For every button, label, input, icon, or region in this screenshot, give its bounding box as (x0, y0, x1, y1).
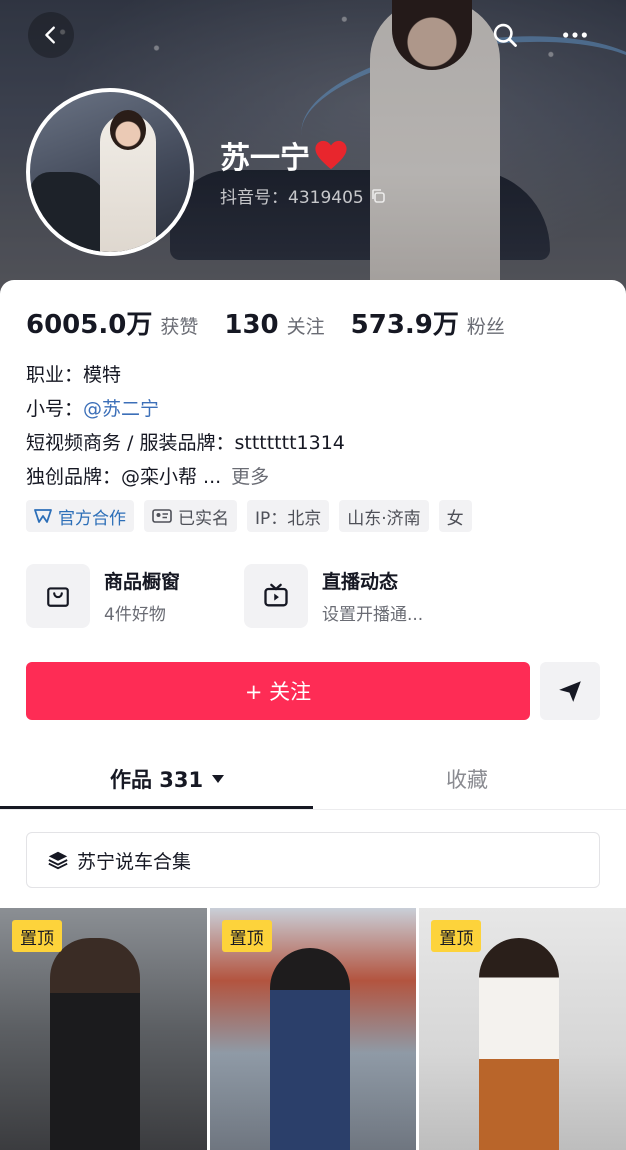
bio-alt-account: 小号：@苏二宁 (26, 392, 345, 426)
stat-followers-label: 粉丝 (466, 316, 505, 338)
avatar[interactable] (26, 88, 194, 256)
service-live[interactable]: 直播动态 设置开播通... (244, 564, 462, 628)
alt-account-link[interactable]: @苏二宁 (83, 398, 159, 420)
service-live-icon-box (244, 564, 308, 628)
stat-followers-value: 573.9万 (350, 310, 459, 340)
heart-icon (315, 140, 347, 170)
pinned-badge: 置顶 (431, 920, 482, 952)
stat-likes-label: 获赞 (160, 316, 199, 338)
tag-verified-label: 已实名 (178, 508, 229, 529)
tab-works-label: 作品 331 (110, 768, 204, 792)
tab-active-indicator (0, 806, 313, 809)
send-message-button[interactable] (540, 662, 600, 720)
tab-collect[interactable]: 收藏 (446, 764, 488, 794)
shopping-bag-icon (47, 587, 69, 607)
chevron-left-icon (45, 26, 55, 44)
caret-down-icon (212, 775, 225, 783)
service-live-sub: 设置开播通... (322, 605, 424, 625)
stat-followers[interactable]: 573.9万 粉丝 (351, 304, 505, 341)
bio-business: 短视频商务 / 服装品牌：sttttttt1314 (26, 432, 345, 454)
service-shop-window-title: 商品橱窗 (104, 571, 181, 593)
follow-button[interactable]: + 关注 (26, 662, 530, 720)
collection-entry[interactable]: 苏宁说车合集 (26, 832, 600, 888)
profile-name-row: 苏一宁 (220, 133, 348, 177)
douyin-id-text: 抖音号：4319405 (220, 188, 364, 208)
video-thumbnail[interactable]: 置顶 (209, 908, 417, 1150)
collection-title: 苏宁说车合集 (77, 850, 192, 873)
stat-following-label: 关注 (286, 316, 325, 338)
tag-ip: IP：北京 (247, 500, 330, 532)
thumbnail-figure (479, 938, 560, 1150)
douyin-id[interactable]: 抖音号：4319405 (220, 183, 386, 208)
tag-row: 官方合作 已实名 IP：北京 山东·济南 女 (26, 500, 472, 532)
thumbnail-figure (269, 948, 350, 1150)
thumbnail-figure (50, 938, 140, 1150)
tag-location-label: 山东·济南 (347, 508, 421, 529)
bio-occupation: 职业：模特 (26, 364, 122, 386)
service-live-title: 直播动态 (322, 571, 399, 593)
services-row: 商品橱窗 4件好物 直播动态 设置开播通... (26, 564, 462, 628)
more-dots-icon (563, 32, 587, 38)
bio-brand-text: 独创品牌：@栾小帮 ... (26, 466, 222, 488)
bio-alt-account-label: 小号： (26, 398, 84, 420)
tag-ip-label: IP：北京 (255, 508, 322, 529)
tag-official-label: 官方合作 (58, 508, 126, 529)
service-shop-window[interactable]: 商品橱窗 4件好物 (26, 564, 244, 628)
service-shop-window-sub: 4件好物 (104, 605, 166, 625)
stats-row: 6005.0万 获赞 130 关注 573.9万 粉丝 (26, 304, 531, 341)
copy-icon (371, 188, 385, 203)
send-icon (559, 681, 581, 702)
stat-likes[interactable]: 6005.0万 获赞 (26, 304, 198, 341)
back-button[interactable] (28, 12, 74, 58)
more-button[interactable] (552, 12, 598, 58)
bio: 职业：模特 小号：@苏二宁 短视频商务 / 服装品牌：sttttttt1314 … (26, 358, 345, 494)
video-thumbnail[interactable]: 置顶 (0, 908, 207, 1150)
content-tabs: 作品 331 收藏 (0, 750, 626, 810)
tag-gender: 女 (438, 500, 472, 532)
video-thumbnail[interactable]: 置顶 (419, 908, 626, 1150)
search-button[interactable] (482, 12, 528, 58)
bio-more-button[interactable]: 更多 (231, 466, 269, 488)
pinned-badge: 置顶 (12, 920, 62, 952)
pinned-badge: 置顶 (221, 920, 272, 952)
tag-verified[interactable]: 已实名 (144, 500, 237, 532)
layers-icon (48, 851, 68, 870)
stat-following[interactable]: 130 关注 (224, 310, 324, 340)
avatar-car (30, 172, 110, 252)
tag-location[interactable]: 山东·济南 (339, 500, 429, 532)
official-icon (34, 509, 52, 523)
avatar-person-head (110, 110, 146, 150)
service-shop-window-icon-box (26, 564, 90, 628)
profile-card: 6005.0万 获赞 130 关注 573.9万 粉丝 职业：模特 小号：@苏二… (0, 280, 626, 1150)
id-card-icon (152, 509, 172, 523)
tab-works[interactable]: 作品 331 (110, 764, 225, 794)
tag-official[interactable]: 官方合作 (26, 500, 134, 532)
profile-name: 苏一宁 (220, 141, 310, 176)
bio-brand: 独创品牌：@栾小帮 ... 更多 (26, 460, 345, 494)
stat-following-value: 130 (224, 310, 279, 340)
video-grid: 置顶 置顶 置顶 (0, 908, 626, 1150)
tag-gender-label: 女 (446, 508, 464, 529)
search-icon (493, 23, 517, 47)
tv-icon (264, 583, 288, 607)
stat-likes-value: 6005.0万 (26, 310, 153, 340)
